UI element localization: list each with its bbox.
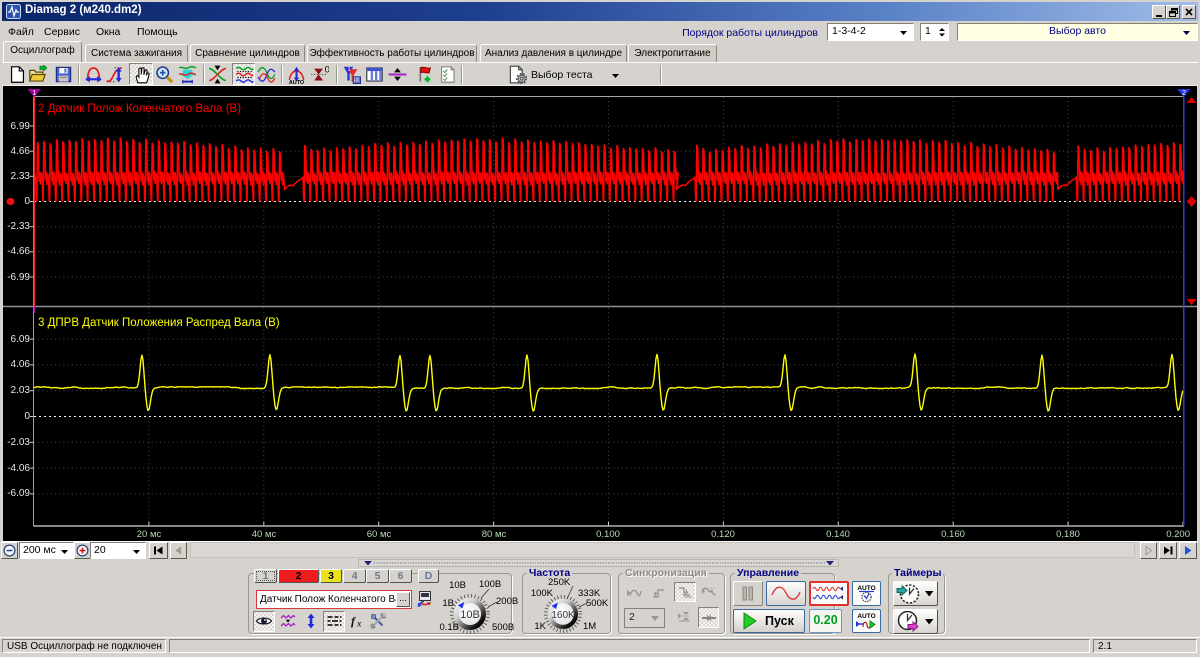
svg-text:123: 123: [354, 78, 361, 84]
svg-text:0: 0: [325, 65, 329, 76]
svg-text:x: x: [356, 619, 362, 629]
svg-text:1: 1: [348, 67, 351, 73]
svg-text:AUTO: AUTO: [857, 613, 875, 620]
svg-text:AUTO: AUTO: [289, 80, 305, 84]
svg-text:1: 1: [32, 88, 36, 97]
svg-text:2: 2: [1182, 88, 1186, 97]
svg-text:f: f: [351, 614, 356, 628]
